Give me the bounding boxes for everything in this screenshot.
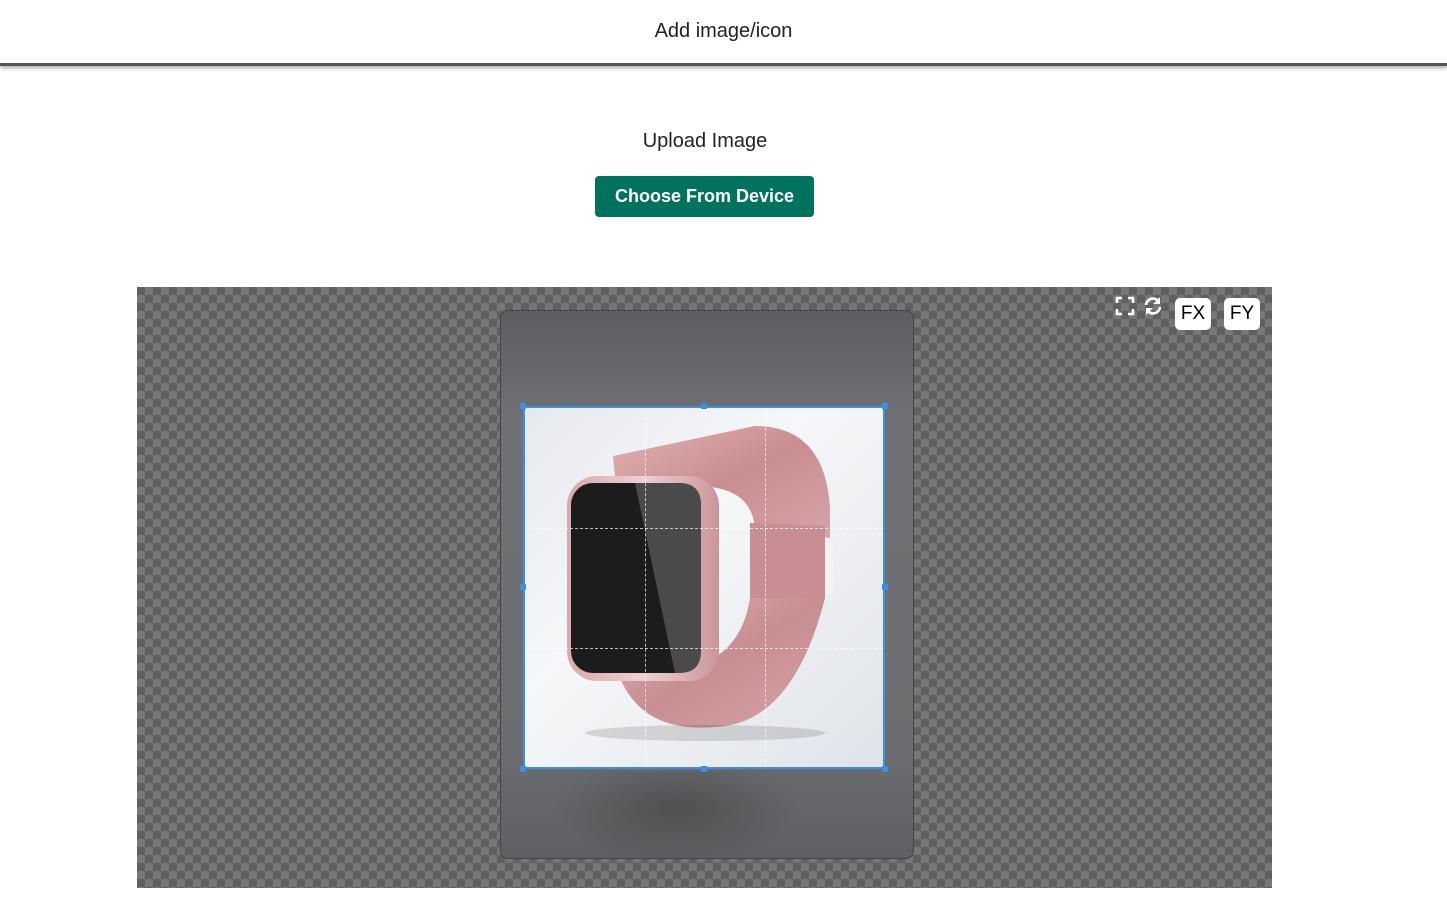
crop-handle-sw[interactable]	[520, 766, 526, 772]
crop-handle-s[interactable]	[701, 766, 707, 772]
crop-guide-line	[525, 648, 883, 649]
crop-guide-line	[525, 528, 883, 529]
page-title: Add image/icon	[654, 20, 793, 42]
fullscreen-icon[interactable]	[1114, 295, 1136, 317]
crop-box[interactable]	[523, 406, 885, 769]
modal-header: Add image/icon	[0, 0, 1447, 66]
crop-handle-ne[interactable]	[882, 403, 888, 409]
crop-handle-w[interactable]	[520, 584, 526, 590]
choose-from-device-button[interactable]: Choose From Device	[595, 176, 814, 217]
flip-x-button[interactable]: FX	[1175, 298, 1211, 330]
crop-handle-se[interactable]	[882, 766, 888, 772]
crop-guide-line	[765, 408, 766, 767]
upload-image-label: Upload Image	[642, 130, 768, 152]
crop-handle-n[interactable]	[701, 403, 707, 409]
smartwatch-image	[567, 426, 833, 741]
rotate-icon[interactable]	[1142, 295, 1164, 317]
crop-handle-nw[interactable]	[520, 403, 526, 409]
flip-y-button[interactable]: FY	[1224, 298, 1260, 330]
crop-guide-line	[645, 408, 646, 767]
image-reflection	[551, 771, 801, 858]
crop-handle-e[interactable]	[882, 584, 888, 590]
image-cropper[interactable]: FX FY	[137, 287, 1272, 888]
